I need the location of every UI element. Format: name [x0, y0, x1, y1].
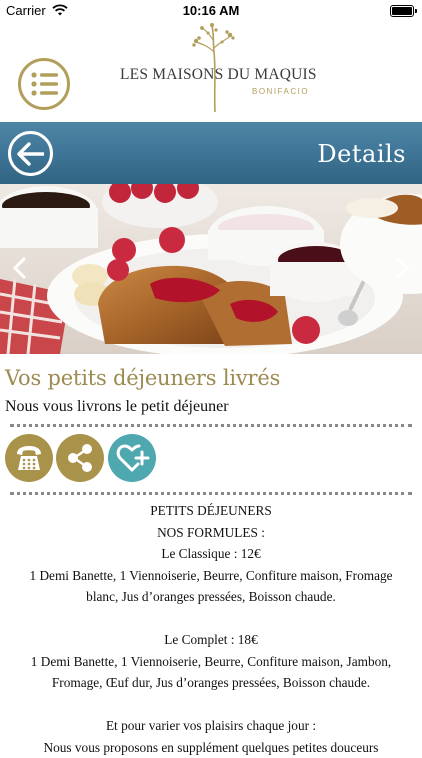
status-bar: Carrier 10:16 AM: [0, 0, 422, 22]
text-line: PETITS DÉJEUNERS: [0, 500, 422, 522]
details-bar: Details: [0, 122, 422, 184]
text-line: Et pour varier vos plaisirs chaque jour …: [0, 715, 422, 737]
app-header: LES MAISONS DU MAQUIS BONIFACIO: [0, 22, 422, 122]
divider: [10, 424, 412, 427]
listing-title: Vos petits déjeuners livrés: [5, 366, 280, 390]
chevron-right-icon[interactable]: [392, 256, 412, 280]
breakfast-photo: [0, 184, 422, 354]
logo-subtitle: BONIFACIO: [252, 87, 309, 96]
divider: [10, 492, 412, 495]
text-line: blanc, Jus d’oranges pressées, Boisson c…: [0, 586, 422, 608]
menu-icon: [30, 71, 60, 99]
logo-title: LES MAISONS DU MAQUIS: [120, 66, 317, 84]
battery-icon: [390, 5, 414, 17]
call-button[interactable]: [5, 434, 53, 482]
description-text: PETITS DÉJEUNERS NOS FORMULES : Le Class…: [0, 500, 422, 758]
listing-subtitle: Nous vous livrons le petit déjeuner: [5, 398, 229, 416]
chevron-left-icon[interactable]: [10, 256, 30, 280]
hero-image-carousel[interactable]: [0, 184, 422, 354]
phone-icon: [5, 434, 53, 482]
text-line: [0, 694, 422, 716]
text-line: Le Complet : 18€: [0, 629, 422, 651]
text-line: [0, 608, 422, 630]
action-buttons: [5, 434, 205, 484]
text-line: Le Classique : 12€: [0, 543, 422, 565]
clock: 10:16 AM: [0, 3, 422, 18]
share-button[interactable]: [56, 434, 104, 482]
heart-plus-icon: [108, 434, 156, 482]
text-line: Fromage, Œuf dur, Jus d’oranges pressées…: [0, 672, 422, 694]
share-icon: [56, 434, 104, 482]
add-favorite-button[interactable]: [108, 434, 156, 482]
page-title: Details: [317, 140, 406, 168]
brand-logo: LES MAISONS DU MAQUIS BONIFACIO: [110, 22, 320, 118]
menu-button[interactable]: [18, 58, 70, 110]
text-line: Nous vous proposons en supplément quelqu…: [0, 737, 422, 758]
text-line: 1 Demi Banette, 1 Viennoiserie, Beurre, …: [0, 651, 422, 673]
text-line: NOS FORMULES :: [0, 522, 422, 544]
back-button[interactable]: [8, 131, 53, 176]
text-line: 1 Demi Banette, 1 Viennoiserie, Beurre, …: [0, 565, 422, 587]
back-arrow-icon: [17, 142, 44, 166]
